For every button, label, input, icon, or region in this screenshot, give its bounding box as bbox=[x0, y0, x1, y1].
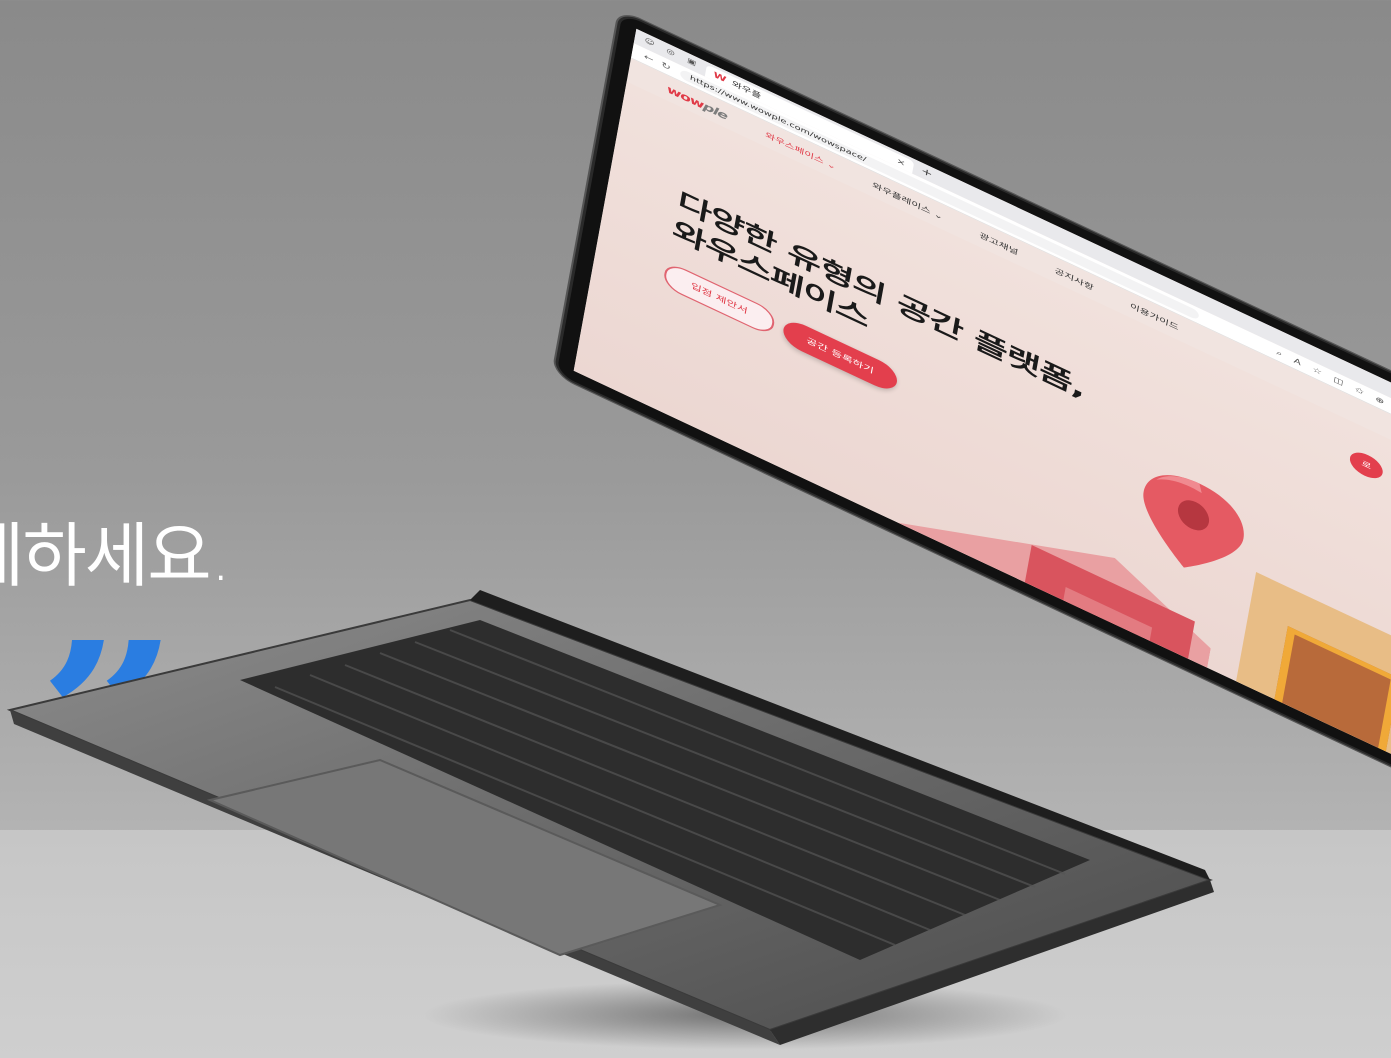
map-pin-icon bbox=[1143, 475, 1244, 568]
browser-window: ☺ ◎ ▣ W 와우플 × + – □ × ← ↻ https://www.wo… bbox=[573, 28, 1391, 762]
close-tab-icon[interactable]: × bbox=[896, 156, 906, 168]
floating-badge[interactable]: 로 bbox=[1348, 447, 1385, 484]
zoom-icon[interactable]: ⌕ bbox=[1276, 348, 1283, 359]
illustration-building-side bbox=[1224, 572, 1391, 762]
laptop-shadow bbox=[420, 980, 1070, 1050]
background-headline: 세하세요. bbox=[0, 515, 232, 597]
read-aloud-icon[interactable]: A bbox=[1293, 356, 1302, 368]
favorites-bar-icon[interactable]: ✩ bbox=[1354, 385, 1364, 398]
hero-section: 다양한 유형의 공간 플랫폼, 와우스페이스 입점 제안서 공간 등록하기 로 bbox=[573, 81, 1391, 762]
favorite-icon[interactable]: ☆ bbox=[1312, 365, 1323, 378]
quote-mark-icon: ” bbox=[38, 640, 178, 760]
collections-icon[interactable]: ⊕ bbox=[1375, 394, 1385, 407]
split-icon[interactable]: ◫ bbox=[1333, 375, 1344, 388]
laptop-screen: ☺ ◎ ▣ W 와우플 × + – □ × ← ↻ https://www.wo… bbox=[553, 10, 1391, 782]
